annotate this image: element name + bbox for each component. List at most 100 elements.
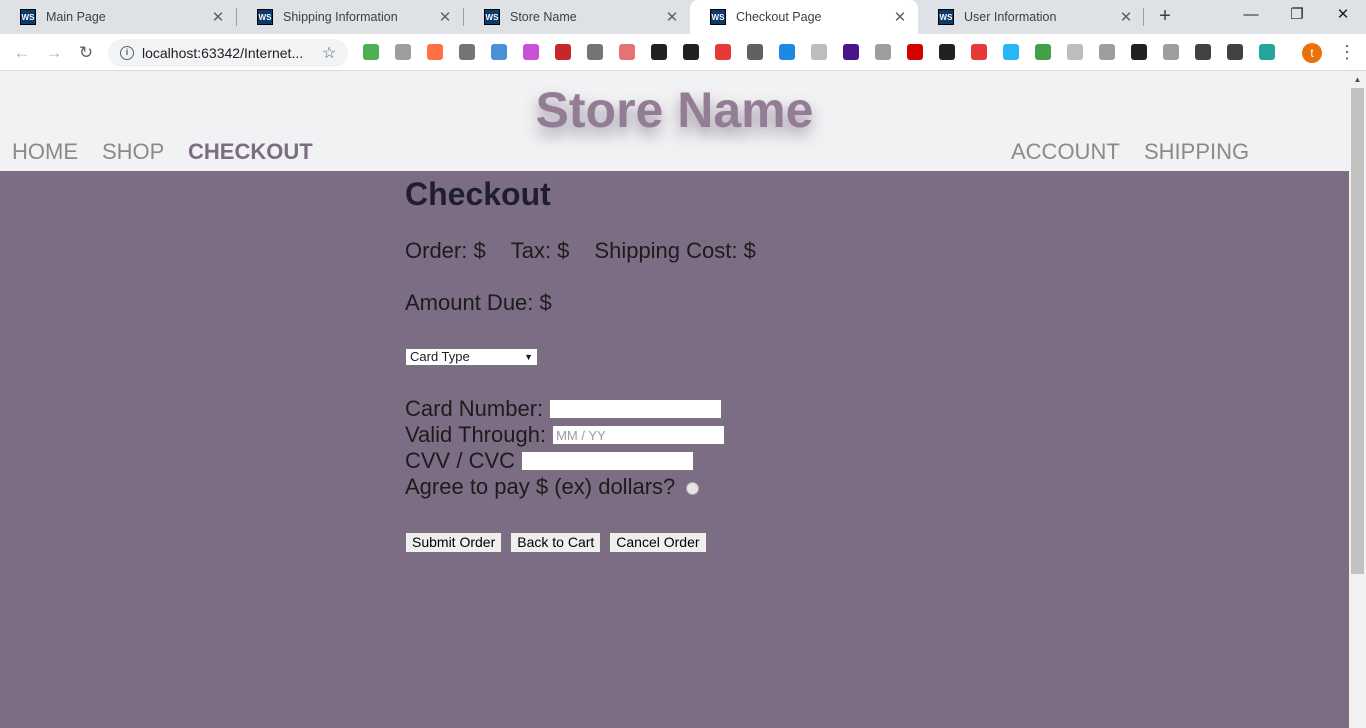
- tab-shipping-information[interactable]: WS Shipping Information ✕: [237, 0, 463, 34]
- store-name-logo: Store Name: [535, 82, 814, 138]
- agree-row: Agree to pay $ (ex) dollars?: [405, 474, 1105, 500]
- close-icon[interactable]: ✕: [1118, 8, 1134, 26]
- extension-icon[interactable]: [1195, 44, 1211, 60]
- extension-icon[interactable]: [971, 44, 987, 60]
- tab-main-page[interactable]: WS Main Page ✕: [0, 0, 236, 34]
- extension-icon[interactable]: [395, 44, 411, 60]
- card-number-label: Card Number:: [405, 396, 544, 421]
- page-title: Checkout: [405, 176, 551, 212]
- close-icon[interactable]: ✕: [664, 8, 680, 26]
- extension-icon[interactable]: [523, 44, 539, 60]
- extension-icon[interactable]: [491, 44, 507, 60]
- tab-user-information[interactable]: WS User Information ✕: [918, 0, 1144, 34]
- extension-icon[interactable]: [363, 44, 379, 60]
- window-close-button[interactable]: ✕: [1320, 0, 1366, 32]
- url-text[interactable]: localhost:63342/Internet...: [142, 45, 322, 61]
- submit-order-button[interactable]: Submit Order: [405, 532, 503, 553]
- extension-icon[interactable]: [907, 44, 923, 60]
- webstorm-icon: WS: [257, 9, 273, 25]
- tax-label: Tax: $: [510, 238, 570, 263]
- extension-icon[interactable]: [587, 44, 603, 60]
- card-type-select[interactable]: Card Type ▼: [405, 348, 538, 366]
- webstorm-icon: WS: [710, 9, 726, 25]
- nav-checkout-link[interactable]: CHECKOUT: [188, 139, 313, 165]
- extension-icon[interactable]: [939, 44, 955, 60]
- extension-icon[interactable]: [1003, 44, 1019, 60]
- new-tab-button[interactable]: +: [1154, 5, 1176, 27]
- extension-icon[interactable]: [779, 44, 795, 60]
- cvv-row: CVV / CVC: [405, 448, 1105, 474]
- extension-icon[interactable]: [427, 44, 443, 60]
- tab-title: Shipping Information: [283, 10, 398, 24]
- extension-icon[interactable]: [651, 44, 667, 60]
- nav-shop-link[interactable]: SHOP: [102, 139, 164, 165]
- order-total-label: Order: $: [405, 238, 486, 263]
- shipping-cost-label: Shipping Cost: $: [594, 238, 756, 263]
- agree-radio[interactable]: [686, 481, 700, 495]
- scroll-thumb[interactable]: [1351, 88, 1364, 574]
- profile-avatar[interactable]: t: [1302, 43, 1322, 63]
- tab-store-name[interactable]: WS Store Name ✕: [464, 0, 690, 34]
- scroll-up-arrow-icon[interactable]: ▲: [1349, 71, 1366, 88]
- nav-home-link[interactable]: HOME: [12, 139, 78, 165]
- webstorm-icon: WS: [484, 9, 500, 25]
- cvv-input[interactable]: [521, 451, 695, 471]
- back-icon[interactable]: ←: [10, 41, 34, 65]
- close-icon[interactable]: ✕: [892, 8, 908, 26]
- tab-title: Main Page: [46, 10, 106, 24]
- tab-title: User Information: [964, 10, 1057, 24]
- address-bar[interactable]: i localhost:63342/Internet... ☆: [108, 39, 348, 67]
- tab-checkout-page[interactable]: WS Checkout Page ✕: [690, 0, 918, 34]
- agree-label: Agree to pay $ (ex) dollars?: [405, 474, 676, 499]
- extension-icon[interactable]: [1259, 44, 1275, 60]
- webstorm-icon: WS: [20, 9, 36, 25]
- card-number-row: Card Number:: [405, 396, 1105, 422]
- extension-icon[interactable]: [1131, 44, 1147, 60]
- extension-icon[interactable]: [683, 44, 699, 60]
- tab-title: Checkout Page: [736, 10, 822, 24]
- tab-title: Store Name: [510, 10, 577, 24]
- back-to-cart-button[interactable]: Back to Cart: [510, 532, 602, 553]
- extension-icon[interactable]: [811, 44, 827, 60]
- reload-icon[interactable]: ↻: [74, 41, 98, 65]
- valid-through-row: Valid Through:: [405, 422, 1105, 448]
- restore-button[interactable]: ❐: [1274, 0, 1320, 32]
- site-header: Store Name HOME SHOP CHECKOUT ACCOUNT SH…: [0, 71, 1349, 171]
- extension-icon[interactable]: [1163, 44, 1179, 60]
- extension-icon[interactable]: [1067, 44, 1083, 60]
- extension-icon[interactable]: [619, 44, 635, 60]
- cvv-label: CVV / CVC: [405, 448, 516, 473]
- nav-account-link[interactable]: ACCOUNT: [1011, 139, 1120, 165]
- extension-icon[interactable]: [875, 44, 891, 60]
- card-number-input[interactable]: [549, 399, 723, 419]
- card-type-selected: Card Type: [410, 349, 470, 364]
- valid-through-label: Valid Through:: [405, 422, 547, 447]
- extension-icon[interactable]: [715, 44, 731, 60]
- tab-divider: [1143, 8, 1144, 26]
- amount-due-label: Amount Due: $: [405, 290, 552, 315]
- order-summary: Order: $ Tax: $ Shipping Cost: $: [405, 238, 1105, 264]
- extension-icon[interactable]: [1227, 44, 1243, 60]
- cancel-order-button[interactable]: Cancel Order: [609, 532, 707, 553]
- browser-tab-strip: WS Main Page ✕ WS Shipping Information ✕…: [0, 0, 1366, 34]
- info-icon[interactable]: i: [120, 46, 134, 60]
- bookmark-star-icon[interactable]: ☆: [322, 43, 348, 63]
- browser-toolbar: ← → ↻ i localhost:63342/Internet... ☆ t …: [0, 34, 1366, 71]
- webstorm-icon: WS: [938, 9, 954, 25]
- menu-icon[interactable]: ⋮: [1338, 41, 1356, 63]
- close-icon[interactable]: ✕: [210, 8, 226, 26]
- nav-shipping-link[interactable]: SHIPPING: [1144, 139, 1249, 165]
- valid-through-input[interactable]: [552, 425, 726, 445]
- dropdown-arrow-icon: ▼: [524, 352, 533, 362]
- vertical-scrollbar[interactable]: ▲: [1349, 71, 1366, 728]
- minimize-button[interactable]: —: [1228, 0, 1274, 32]
- extension-icon[interactable]: [555, 44, 571, 60]
- checkout-form: Checkout Order: $ Tax: $ Shipping Cost: …: [405, 176, 1105, 553]
- close-icon[interactable]: ✕: [437, 8, 453, 26]
- extension-icon[interactable]: [747, 44, 763, 60]
- extension-icon[interactable]: [459, 44, 475, 60]
- extension-icon[interactable]: [843, 44, 859, 60]
- extension-icon[interactable]: [1099, 44, 1115, 60]
- extension-icon[interactable]: [1035, 44, 1051, 60]
- forward-icon[interactable]: →: [42, 41, 66, 65]
